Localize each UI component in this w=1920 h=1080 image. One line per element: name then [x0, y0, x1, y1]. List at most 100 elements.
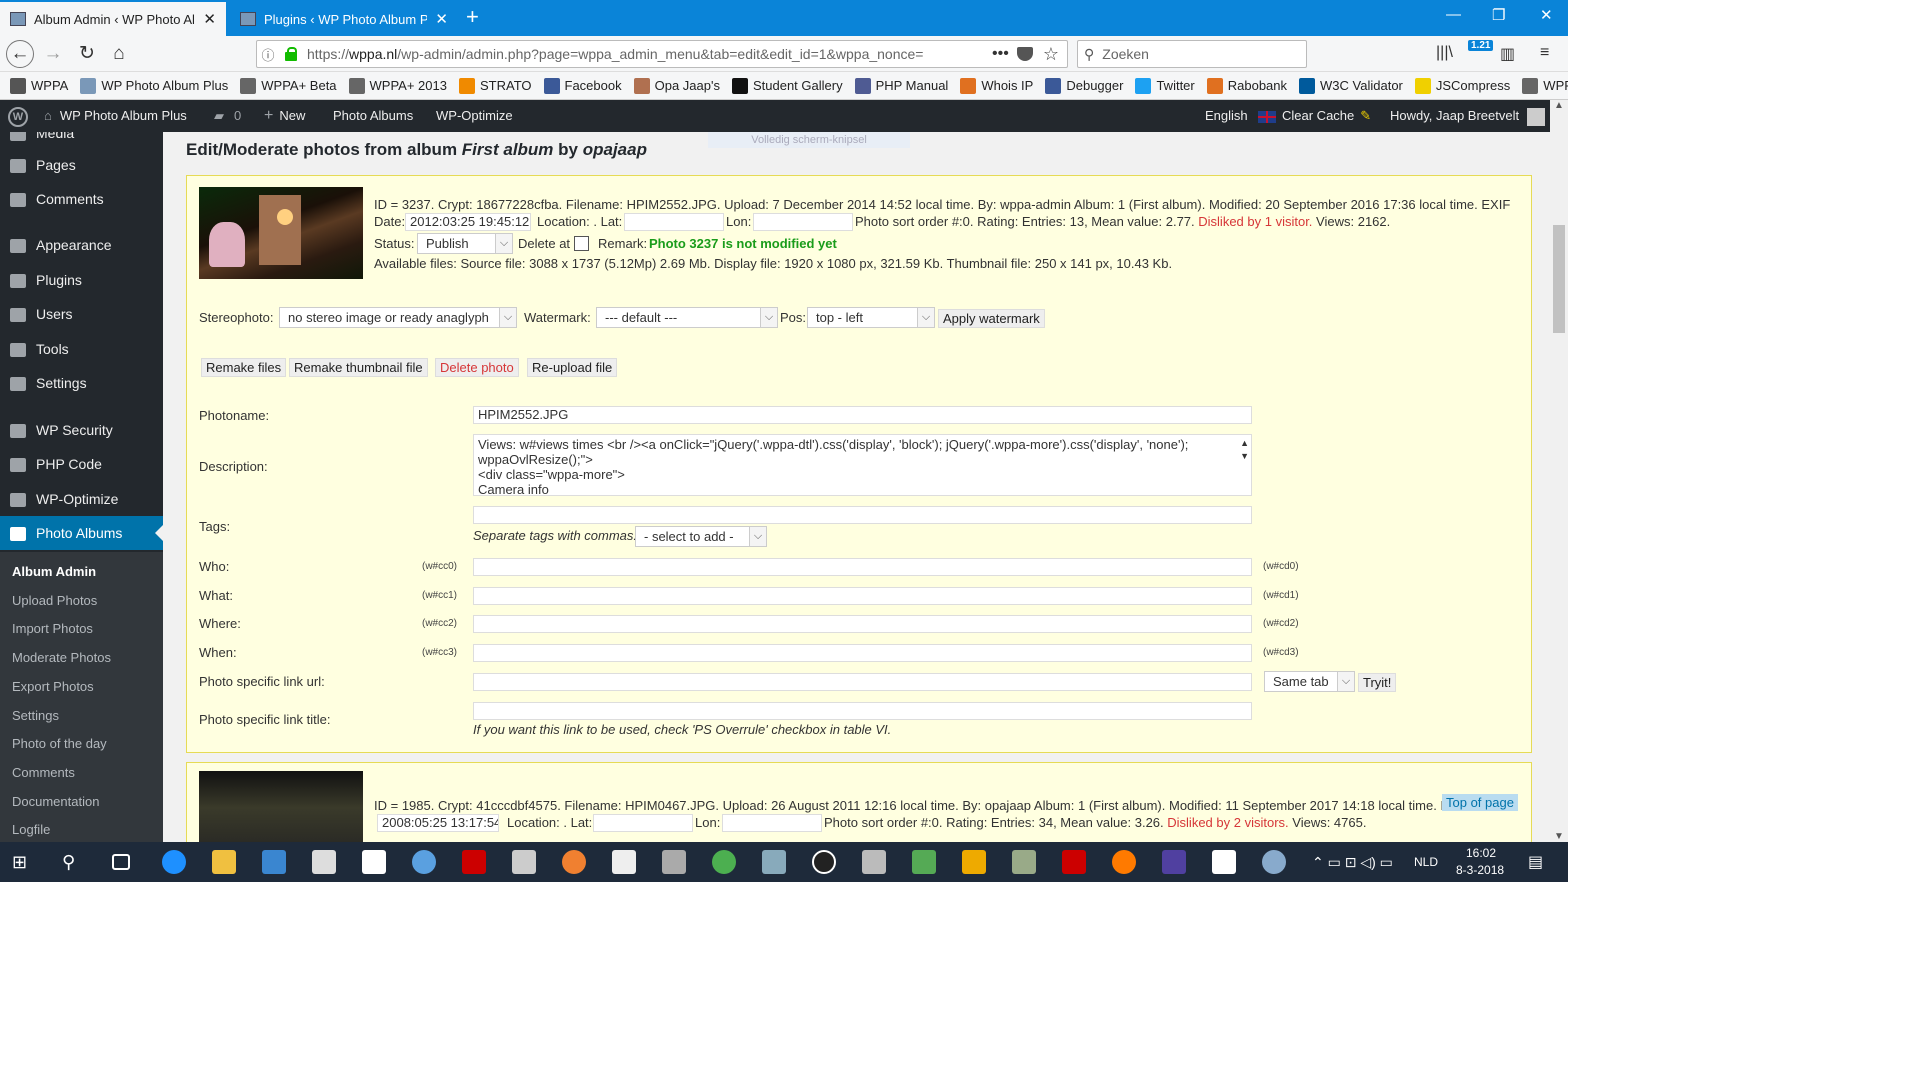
- clear-cache-link[interactable]: Clear Cache ✎: [1258, 100, 1371, 132]
- scanner-app-icon[interactable]: [862, 850, 886, 874]
- bookmark-item[interactable]: W3C Validator: [1299, 77, 1403, 94]
- bookmark-item[interactable]: Facebook: [543, 77, 622, 94]
- archive-app-icon[interactable]: [1012, 850, 1036, 874]
- cards-game-icon[interactable]: [1212, 850, 1236, 874]
- home-icon[interactable]: ⌂: [106, 42, 132, 66]
- close-tab-icon[interactable]: ✕: [427, 10, 448, 28]
- sidebar-icon[interactable]: ▥: [1500, 44, 1515, 64]
- tray-icons[interactable]: ⌃ ▭ ⊡ ◁) ▭: [1312, 854, 1393, 871]
- status-select[interactable]: Publish: [417, 233, 513, 254]
- submenu-item[interactable]: Album Admin: [12, 564, 96, 579]
- chrome-icon[interactable]: [712, 850, 736, 874]
- new-tab-button[interactable]: +: [466, 4, 479, 30]
- bookmark-item[interactable]: WPPA+ 2013: [348, 77, 447, 94]
- custom-field-input[interactable]: [473, 615, 1252, 634]
- apply-watermark-button[interactable]: Apply watermark: [938, 309, 1045, 328]
- delete-at-checkbox[interactable]: [574, 236, 589, 251]
- paint-app-icon[interactable]: [762, 850, 786, 874]
- photoname-field[interactable]: HPIM2552.JPG: [473, 406, 1252, 424]
- bookmark-item[interactable]: STRATO: [458, 77, 532, 94]
- submenu-item[interactable]: Export Photos: [12, 679, 94, 694]
- edge-icon[interactable]: [162, 850, 186, 874]
- scroll-down-icon[interactable]: ▼: [1550, 831, 1568, 842]
- library-icon[interactable]: |||\: [1436, 44, 1453, 62]
- firefox-icon[interactable]: [1112, 850, 1136, 874]
- network-app-icon[interactable]: [1262, 850, 1286, 874]
- account-link[interactable]: Howdy, Jaap Breetvelt: [1390, 100, 1546, 132]
- mcafee-icon[interactable]: [462, 850, 486, 874]
- vs-app-icon[interactable]: [1162, 850, 1186, 874]
- bookmark-item[interactable]: WPPA: [10, 77, 68, 94]
- sidebar-item-tools[interactable]: Tools: [0, 332, 163, 366]
- image-app-icon[interactable]: [662, 850, 686, 874]
- file-explorer-icon[interactable]: [212, 850, 236, 874]
- remake-files-button[interactable]: Remake files: [201, 358, 287, 377]
- scroll-up-icon[interactable]: ▲: [1550, 100, 1568, 111]
- reload-icon[interactable]: ↻: [74, 42, 100, 66]
- submenu-item[interactable]: Documentation: [12, 794, 99, 809]
- language-link[interactable]: English: [1205, 100, 1248, 132]
- photo-thumbnail[interactable]: [199, 187, 363, 279]
- custom-field-input[interactable]: [473, 558, 1252, 576]
- position-select[interactable]: top - left: [807, 307, 935, 328]
- lon-field[interactable]: [722, 814, 822, 832]
- custom-field-input[interactable]: [473, 644, 1252, 663]
- close-window-button[interactable]: ✕: [1540, 6, 1553, 24]
- tryit-button[interactable]: Tryit!: [1358, 673, 1397, 692]
- notepad-app-icon[interactable]: [912, 850, 936, 874]
- link-title-field[interactable]: [473, 702, 1252, 720]
- date-field[interactable]: 2012:03:25 19:45:12: [405, 213, 531, 231]
- description-textarea[interactable]: Views: w#views times <br /><a onClick="j…: [473, 434, 1252, 496]
- language-indicator[interactable]: NLD: [1414, 855, 1438, 869]
- sidebar-item-php-code[interactable]: PHP Code: [0, 447, 163, 481]
- photo-app-icon[interactable]: [962, 850, 986, 874]
- clock-date[interactable]: 8-3-2018: [1456, 863, 1504, 877]
- media-player-icon[interactable]: [812, 850, 836, 874]
- reupload-button[interactable]: Re-upload file: [527, 358, 618, 377]
- filezilla-icon[interactable]: [1062, 850, 1086, 874]
- bookmark-item[interactable]: WPPA+ Beta: [240, 77, 337, 94]
- close-tab-icon[interactable]: ✕: [195, 10, 216, 28]
- submenu-item[interactable]: Comments: [12, 765, 75, 780]
- bookmark-item[interactable]: WP Photo Album Plus: [80, 77, 228, 94]
- sidebar-item-comments[interactable]: Comments: [0, 182, 163, 216]
- address-bar[interactable]: ⓘ https://wppa.nl/wp-admin/admin.php?pag…: [256, 40, 1068, 68]
- submenu-item[interactable]: Upload Photos: [12, 593, 97, 608]
- comments-link[interactable]: ▰ 0: [214, 100, 241, 132]
- menu-icon[interactable]: ≡: [1540, 44, 1549, 62]
- page-scrollbar[interactable]: ▲ ▼: [1550, 100, 1568, 842]
- top-of-page-link[interactable]: Top of page: [1442, 794, 1518, 811]
- lat-field[interactable]: [593, 814, 693, 832]
- bookmark-item[interactable]: WPPA Translate: [1522, 77, 1568, 94]
- wp-optimize-link[interactable]: WP-Optimize: [436, 100, 513, 132]
- search-input[interactable]: ⚲ Zoeken: [1077, 40, 1307, 68]
- pocket-icon[interactable]: [1016, 47, 1033, 61]
- tab-plugins[interactable]: Plugins ‹ WP Photo Album Plus ✕: [230, 2, 458, 36]
- notifications-icon[interactable]: ▤: [1528, 852, 1543, 872]
- sidebar-item-wp-security[interactable]: WP Security: [0, 413, 163, 447]
- sidebar-item-plugins[interactable]: Plugins: [0, 263, 163, 297]
- sidebar-item-appearance[interactable]: Appearance: [0, 228, 163, 262]
- bookmark-item[interactable]: Opa Jaap's: [633, 77, 720, 94]
- sidebar-item-wp-optimize[interactable]: WP-Optimize: [0, 482, 163, 516]
- submenu-item[interactable]: Import Photos: [12, 621, 93, 636]
- store-icon[interactable]: [262, 850, 286, 874]
- tags-select[interactable]: - select to add -: [635, 526, 767, 547]
- bookmark-item[interactable]: Rabobank: [1206, 77, 1287, 94]
- page-actions-icon[interactable]: •••: [984, 45, 1017, 63]
- forward-icon[interactable]: →: [40, 42, 66, 66]
- back-icon[interactable]: ←: [6, 40, 34, 68]
- photo-thumbnail-2[interactable]: [199, 771, 363, 842]
- textarea-scroll-arrows-icon[interactable]: ▲ ▼: [1240, 437, 1249, 463]
- search-icon[interactable]: ⚲: [62, 852, 86, 876]
- clock-time[interactable]: 16:02: [1466, 846, 1496, 860]
- bookmark-item[interactable]: Debugger: [1045, 77, 1123, 94]
- calculator-icon[interactable]: [312, 850, 336, 874]
- lat-field[interactable]: [624, 213, 724, 231]
- site-name-link[interactable]: ⌂ WP Photo Album Plus: [44, 100, 187, 132]
- infinity-app-icon[interactable]: [562, 850, 586, 874]
- url-text[interactable]: https://wppa.nl/wp-admin/admin.php?page=…: [307, 46, 957, 62]
- scroll-thumb[interactable]: [1553, 225, 1565, 333]
- stereophoto-select[interactable]: no stereo image or ready anaglyph: [279, 307, 517, 328]
- sidebar-item-settings[interactable]: Settings: [0, 366, 163, 400]
